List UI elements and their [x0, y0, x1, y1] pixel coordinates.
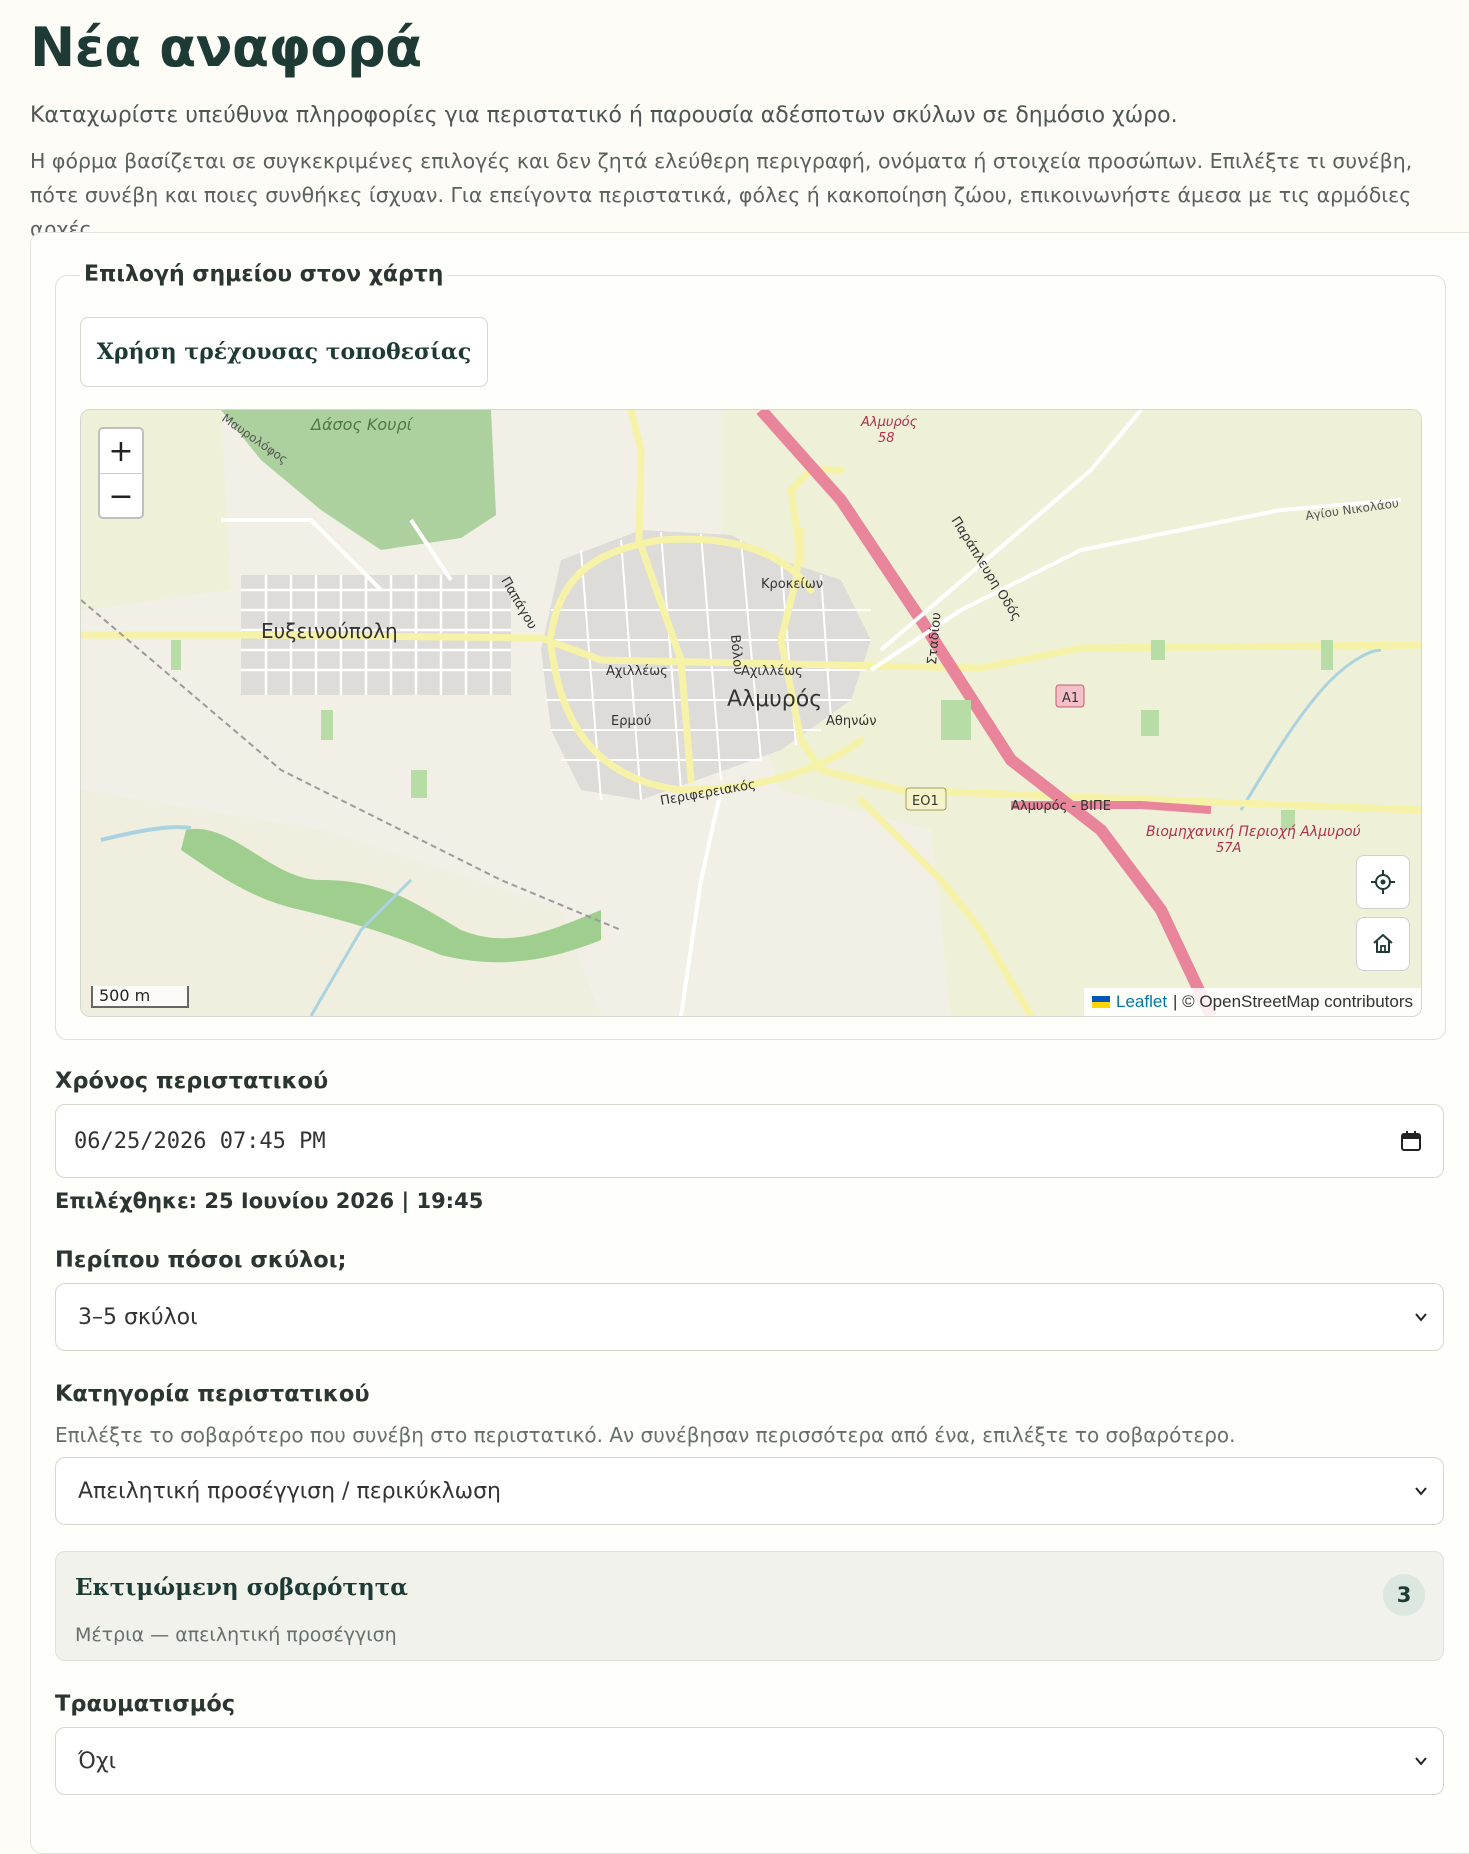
incident-datetime-input[interactable]: 06/25/2026 07:45 PM — [55, 1104, 1444, 1178]
category-value: Απειλητική προσέγγιση / περικύκλωση — [78, 1478, 501, 1504]
map-label-industrial-area: Βιομηχανική Περιοχή Αλμυρού — [1146, 824, 1361, 840]
report-page: Νέα αναφορά Καταχωρίστε υπεύθυνα πληροφο… — [0, 0, 1469, 1854]
ukraine-flag-icon — [1092, 996, 1110, 1008]
map-label-road-eo1: ΕΟ1 — [912, 794, 939, 809]
datetime-value: 06/25/2026 07:45 PM — [74, 1128, 326, 1154]
severity-title: Εκτιμώμενη σοβαρότητα — [75, 1574, 408, 1601]
map-legend: Επιλογή σημείου στον χάρτη — [80, 262, 448, 287]
map-label-exit-57a: 57A — [1216, 841, 1241, 856]
map-label-street-athinon: Αθηνών — [826, 714, 877, 729]
map-zoom-in-button[interactable]: + — [100, 429, 142, 474]
injury-value: Όχι — [78, 1748, 117, 1774]
map-label-street-achilleos-west: Αχιλλέως — [606, 664, 668, 679]
leaflet-link[interactable]: Leaflet — [1116, 992, 1167, 1012]
use-current-location-button[interactable]: Χρήση τρέχουσας τοποθεσίας — [80, 317, 488, 387]
dogs-count-select[interactable]: 3–5 σκύλοι — [55, 1283, 1444, 1351]
map-tiles[interactable]: Δάσος Κουρί Ευξεινούπολη Αλμυρός Αχιλλέω… — [81, 410, 1421, 1016]
map-attribution: Leaflet | © OpenStreetMap contributors — [1084, 988, 1421, 1016]
map-label-forest: Δάσος Κουρί — [309, 415, 414, 434]
dogs-count-label: Περίπου πόσοι σκύλοι; — [55, 1247, 347, 1273]
map-zoom-control: + − — [98, 427, 144, 519]
map-zoom-out-button[interactable]: − — [100, 474, 142, 518]
page-intro: Καταχωρίστε υπεύθυνα πληροφορίες για περ… — [30, 103, 1178, 128]
time-label: Χρόνος περιστατικού — [55, 1068, 329, 1094]
map-label-exit-58: 58 — [878, 431, 895, 446]
map-scale: 500 m — [91, 986, 189, 1008]
dogs-count-value: 3–5 σκύλοι — [78, 1304, 198, 1330]
chevron-down-icon — [1415, 1313, 1427, 1322]
category-hint: Επιλέξτε το σοβαρότερο που συνέβη στο πε… — [55, 1423, 1236, 1447]
location-map[interactable]: Δάσος Κουρί Ευξεινούπολη Αλμυρός Αχιλλέω… — [80, 409, 1422, 1017]
map-label-street-krokeion: Κροκείων — [761, 577, 823, 592]
map-label-street-achilleos-east: Αχιλλέως — [741, 664, 803, 679]
map-label-town-almyros: Αλμυρός — [727, 687, 822, 712]
crosshair-icon — [1371, 870, 1395, 894]
osm-attribution: | © OpenStreetMap contributors — [1173, 992, 1413, 1011]
page-note: Η φόρμα βασίζεται σε συγκεκριμένες επιλο… — [30, 149, 1413, 241]
category-select[interactable]: Απειλητική προσέγγιση / περικύκλωση — [55, 1457, 1444, 1525]
selected-datetime-text: Επιλέχθηκε: 25 Ιουνίου 2026 | 19:45 — [55, 1189, 484, 1213]
chevron-down-icon — [1415, 1757, 1427, 1766]
home-icon — [1373, 934, 1393, 953]
map-label-road-a1: A1 — [1062, 691, 1079, 706]
map-locate-button[interactable] — [1356, 855, 1410, 909]
map-label-street-ermou: Ερμού — [611, 714, 651, 729]
severity-badge: 3 — [1383, 1574, 1425, 1616]
map-label-town-euxinoupoli: Ευξεινούπολη — [261, 619, 398, 643]
severity-description: Μέτρια — απειλητική προσέγγιση — [75, 1624, 397, 1646]
injury-label: Τραυματισμός — [55, 1691, 236, 1717]
category-label: Κατηγορία περιστατικού — [55, 1381, 370, 1407]
chevron-down-icon — [1415, 1487, 1427, 1496]
page-title: Νέα αναφορά — [30, 16, 422, 79]
map-label-exit-58-name: Αλμυρός — [860, 415, 918, 430]
map-label-road-almyros-vipe: Αλμυρός - ΒΙΠΕ — [1011, 799, 1111, 814]
calendar-icon[interactable] — [1399, 1129, 1423, 1153]
severity-panel: Εκτιμώμενη σοβαρότητα Μέτρια — απειλητικ… — [55, 1551, 1444, 1661]
injury-select[interactable]: Όχι — [55, 1727, 1444, 1795]
map-home-button[interactable] — [1356, 917, 1410, 971]
